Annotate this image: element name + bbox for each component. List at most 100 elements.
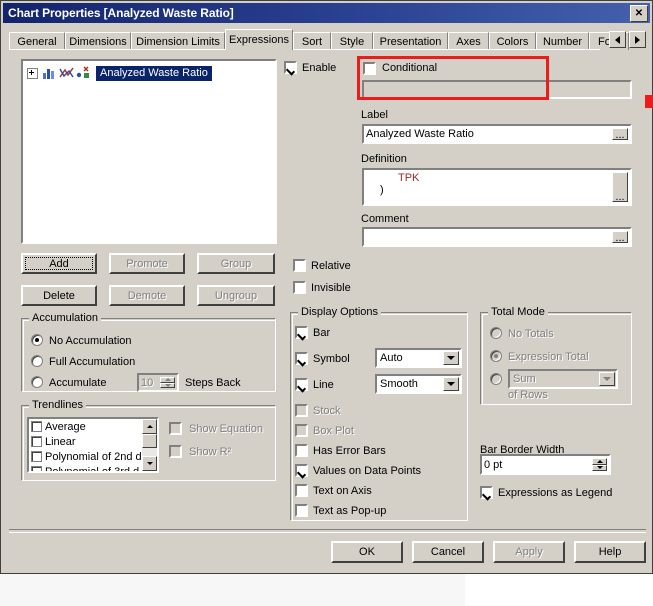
promote-button: Promote xyxy=(109,253,185,274)
delete-button[interactable]: Delete xyxy=(21,285,97,306)
radio-no-accumulation[interactable] xyxy=(31,334,43,346)
list-item[interactable]: Polynomial of 2nd d xyxy=(29,449,157,464)
label-show-equation: Show Equation xyxy=(189,423,263,435)
comment-browse-button[interactable]: ... xyxy=(612,231,628,244)
checkbox-relative[interactable] xyxy=(293,259,306,272)
spinner-down-icon[interactable] xyxy=(592,464,607,471)
label-label-caption: Label xyxy=(361,109,388,121)
label-values-on-data-points: Values on Data Points xyxy=(313,465,422,477)
tab-scroll-left-button[interactable] xyxy=(609,31,626,48)
cancel-button[interactable]: Cancel xyxy=(412,541,484,563)
list-item-label: Average xyxy=(45,420,86,433)
tab-axes[interactable]: Axes xyxy=(448,32,489,50)
tab-general[interactable]: General xyxy=(9,32,65,50)
symbol-select[interactable]: Auto xyxy=(375,348,462,368)
label-bar: Bar xyxy=(313,327,331,339)
tab-expressions[interactable]: Expressions xyxy=(225,29,293,50)
group-button: Group xyxy=(197,253,275,274)
definition-browse-button[interactable]: ... xyxy=(612,172,628,203)
bar-chart-icon xyxy=(42,66,57,80)
checkbox-conditional[interactable] xyxy=(363,62,376,75)
checkbox-values-on-data-points[interactable] xyxy=(295,464,308,477)
chart-properties-dialog: Chart Properties [Analyzed Waste Ratio] … xyxy=(0,0,653,574)
tab-scroll-right-button[interactable] xyxy=(629,31,646,48)
radio-no-totals xyxy=(490,327,502,339)
aggregation-select-value: Sum xyxy=(513,373,536,385)
label-accumulate: Accumulate xyxy=(49,377,107,389)
definition-input[interactable]: TPK ) ... xyxy=(362,168,632,206)
label-definition-caption: Definition xyxy=(361,153,407,165)
steps-back-value: 10 xyxy=(141,376,154,389)
label-comment-caption: Comment xyxy=(361,213,409,225)
chevron-down-icon[interactable] xyxy=(443,377,459,391)
scroll-down-icon[interactable] xyxy=(142,456,157,471)
tab-style[interactable]: Style xyxy=(331,32,373,50)
label-steps-back: Steps Back xyxy=(185,377,241,389)
label-expressions-as-legend: Expressions as Legend xyxy=(498,487,613,499)
tab-underline xyxy=(9,49,600,50)
dialog-titlebar: Chart Properties [Analyzed Waste Ratio] … xyxy=(3,3,650,23)
checkbox-bar[interactable] xyxy=(295,326,308,339)
checkbox-enable[interactable] xyxy=(284,61,297,74)
scrollbar-track[interactable] xyxy=(142,448,157,456)
line-select[interactable]: Smooth xyxy=(375,374,462,394)
scroll-up-icon[interactable] xyxy=(142,419,157,434)
tab-number[interactable]: Number xyxy=(536,32,589,50)
tab-dimensions[interactable]: Dimensions xyxy=(65,32,131,50)
checkbox-invisible[interactable] xyxy=(293,281,306,294)
page-background-right xyxy=(465,574,653,606)
steps-back-spinner xyxy=(160,377,175,388)
list-item-label: Polynomial of 3rd d xyxy=(45,465,140,473)
close-icon[interactable]: ✕ xyxy=(630,5,648,22)
scrollbar-thumb[interactable] xyxy=(142,434,157,448)
checkbox-has-error-bars[interactable] xyxy=(295,444,308,457)
checkbox-expressions-as-legend[interactable] xyxy=(480,486,493,499)
label-enable: Enable xyxy=(302,62,337,74)
label-no-accumulation: No Accumulation xyxy=(49,335,132,347)
tab-sort[interactable]: Sort xyxy=(293,32,331,50)
radio-full-accumulation[interactable] xyxy=(31,355,43,367)
trendlines-list[interactable]: Average Linear Polynomial of 2nd d Polyn… xyxy=(27,417,159,473)
trendlines-scrollbar[interactable] xyxy=(142,419,157,471)
checkbox-linear[interactable] xyxy=(31,436,42,447)
checkbox-stock xyxy=(295,404,308,417)
bar-border-width-spinner[interactable] xyxy=(592,458,607,471)
checkbox-text-as-popup[interactable] xyxy=(295,504,308,517)
expand-plus-icon[interactable] xyxy=(27,67,38,79)
expression-tree[interactable]: Analyzed Waste Ratio xyxy=(21,59,277,244)
chevron-down-icon[interactable] xyxy=(443,351,459,365)
checkbox-average[interactable] xyxy=(31,421,42,432)
help-button[interactable]: Help xyxy=(574,541,646,563)
label-box-plot: Box Plot xyxy=(313,425,354,437)
tab-colors[interactable]: Colors xyxy=(489,32,536,50)
checkbox-polynomial-2nd[interactable] xyxy=(31,451,42,462)
add-button[interactable]: Add xyxy=(21,253,97,274)
apply-button: Apply xyxy=(493,541,565,563)
comment-input[interactable]: ... xyxy=(362,227,632,247)
checkbox-symbol[interactable] xyxy=(295,352,308,365)
tab-bar: General Dimensions Dimension Limits Expr… xyxy=(9,29,646,50)
bar-border-width-input[interactable]: 0 pt xyxy=(480,454,611,475)
list-item[interactable]: Average xyxy=(29,419,157,434)
tree-item-analyzed-waste-ratio[interactable]: Analyzed Waste Ratio xyxy=(27,65,212,81)
label-value: Analyzed Waste Ratio xyxy=(366,128,474,140)
list-item[interactable]: Linear xyxy=(29,434,157,449)
conditional-input xyxy=(362,80,632,99)
list-item[interactable]: Polynomial of 3rd d xyxy=(29,464,157,473)
tab-presentation[interactable]: Presentation xyxy=(373,32,448,50)
checkbox-line[interactable] xyxy=(295,378,308,391)
accumulation-group-title: Accumulation xyxy=(29,312,102,324)
spinner-down-icon xyxy=(160,382,175,388)
checkbox-text-on-axis[interactable] xyxy=(295,484,308,497)
symbol-select-value: Auto xyxy=(380,352,403,364)
label-text-on-axis: Text on Axis xyxy=(313,485,372,497)
radio-accumulate[interactable] xyxy=(31,376,43,388)
footer-divider xyxy=(9,529,646,533)
ok-button[interactable]: OK xyxy=(331,541,403,563)
label-browse-button[interactable]: ... xyxy=(612,128,628,141)
label-input[interactable]: Analyzed Waste Ratio ... xyxy=(362,124,632,144)
display-options-group-title: Display Options xyxy=(298,306,382,318)
definition-line-1: TPK xyxy=(398,172,420,184)
tab-dimension-limits[interactable]: Dimension Limits xyxy=(131,32,225,50)
checkbox-polynomial-3rd[interactable] xyxy=(31,466,42,471)
